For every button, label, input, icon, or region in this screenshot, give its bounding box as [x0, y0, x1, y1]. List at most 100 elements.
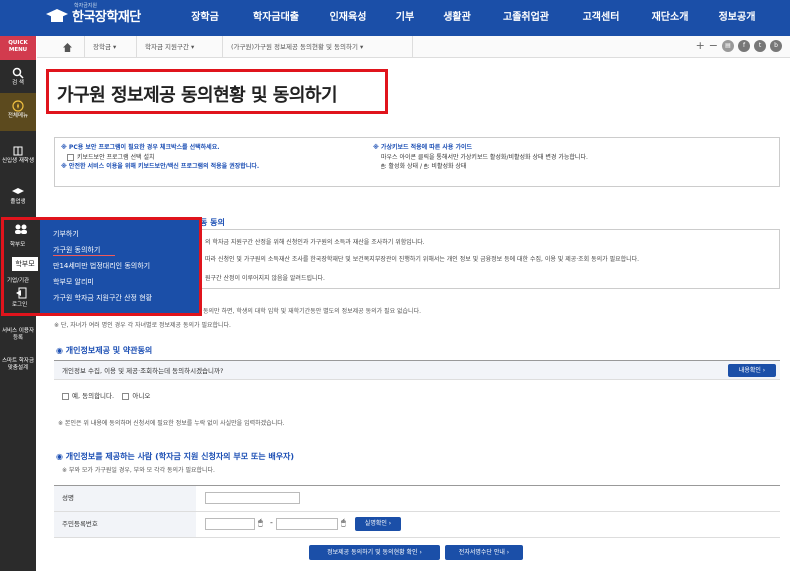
menu-donate[interactable]: 기부하기 — [40, 226, 199, 242]
privacy-note: ※ 본인은 위 내용에 동의하며 신청서에 필요한 정보를 누락 없이 사실만을… — [58, 420, 285, 427]
compass-icon — [12, 100, 24, 112]
consent-status-button[interactable]: 정보제공 동의하기 및 동의현황 확인 › — [309, 545, 440, 560]
bullet-icon: ◉ — [56, 346, 66, 355]
keyboard-security-option[interactable]: 키보드보안 프로그램 선택 설치 — [61, 153, 361, 163]
detail-confirm-button[interactable]: 내용확인 › — [728, 364, 776, 377]
sidebar-student[interactable]: 신입생 재학생 — [0, 145, 36, 175]
nav-scholarship[interactable]: 장학금 — [172, 0, 238, 36]
privacy-section-label: 개인정보제공 및 약관동의 — [65, 346, 153, 355]
virtual-keyboard-active: : 활성화 상태 / — [384, 163, 424, 170]
nav-loan[interactable]: 학자금대출 — [238, 0, 314, 36]
zoom-out-icon[interactable]: − — [709, 40, 718, 52]
agree-no-option[interactable]: 아니오 — [122, 392, 150, 400]
chevron-down-icon: ▾ — [113, 43, 117, 51]
nav-dormitory[interactable]: 생활관 — [428, 0, 486, 36]
logo-subtitle: 학자금지원 — [74, 3, 98, 9]
breadcrumb-level3-label: (가구원)가구원 정보제공 동의현황 및 동의하기 — [231, 43, 358, 51]
menu-household-consent[interactable]: 가구원 동의하기 — [40, 242, 199, 258]
main-nav: 장학금 학자금대출 인재육성 기부 생활관 고졸취업관 고객센터 재단소개 정보… — [172, 0, 770, 36]
name-input[interactable] — [205, 492, 300, 504]
name-label: 성명 — [54, 486, 196, 511]
agree-yes-checkbox[interactable] — [62, 392, 69, 400]
sidebar-student-label: 신입생 재학생 — [1, 158, 35, 164]
consent-status-label: 정보제공 동의하기 및 동의현황 확인 — [327, 549, 418, 556]
print-icon[interactable]: ▤ — [722, 40, 734, 52]
nav-disclosure[interactable]: 정보공개 — [704, 0, 770, 36]
menu-legal-guardian-consent[interactable]: 만14세미만 법정대리인 동의하기 — [40, 258, 199, 274]
page-title: 가구원 정보제공 동의현황 및 동의하기 — [57, 85, 338, 106]
privacy-question-row: 개인정보 수집, 이용 및 제공·조회하는데 동의하시겠습니까? — [54, 360, 780, 380]
pc-security-title: ※ PC용 보안 프로그램이 필요한 경우 체크박스를 선택하세요. — [61, 144, 220, 151]
name-row: 성명 — [54, 486, 780, 512]
keyboard-security-label: 키보드보안 프로그램 선택 설치 — [77, 153, 155, 161]
provider-form: 성명 주민등록번호 🖱 - 🖱 실명확인 › — [54, 485, 780, 538]
breadcrumb-level2[interactable]: 학자금 지원구간 ▾ — [137, 36, 223, 58]
nav-talent[interactable]: 인재육성 — [314, 0, 382, 36]
e-signature-guide-label: 전자서명수단 안내 — [458, 549, 505, 556]
rrn-row: 주민등록번호 🖱 - 🖱 실명확인 › — [54, 512, 780, 538]
pc-security-note: ※ 안전한 서비스 이용을 위해 키보드보안/백신 프로그램의 적용을 권장합니… — [61, 163, 260, 170]
verify-name-label: 실명확인 — [364, 520, 387, 527]
e-signature-guide-button[interactable]: 전자서명수단 안내 › — [445, 545, 523, 560]
sidebar-smart-plan[interactable]: 스마트 학자금 맞춤설계 — [0, 358, 36, 388]
page-tools: + − ▤ f t b — [696, 40, 782, 52]
nav-about[interactable]: 재단소개 — [636, 0, 704, 36]
virtual-keyboard-inactive: : 비활성화 상태 — [427, 163, 467, 170]
privacy-section-title: ◉ 개인정보제공 및 약관동의 — [56, 345, 152, 356]
security-guide: ※ PC용 보안 프로그램이 필요한 경우 체크박스를 선택하세요. 키보드보안… — [54, 137, 780, 187]
sidebar-login[interactable]: 로그인 — [12, 300, 27, 308]
nav-employment[interactable]: 고졸취업관 — [486, 0, 566, 36]
detail-confirm-label: 내용확인 — [738, 367, 761, 374]
consent-section-title: 동 동의 — [200, 218, 225, 227]
agree-no-checkbox[interactable] — [122, 392, 130, 400]
sidebar-service-register[interactable]: 서비스 이용자 등록 — [0, 328, 36, 348]
zoom-in-icon[interactable]: + — [696, 40, 705, 52]
provider-section-label: 개인정보를 제공하는 사람 (학자금 지원 신청자의 부모 또는 배우자) — [65, 452, 295, 461]
consent-note-1: 동의만 하면, 학생의 대학 입학 및 재학기간동안 별도의 정보제공 동의가 … — [203, 308, 421, 315]
sidebar-graduate[interactable]: 졸업생 — [0, 186, 36, 210]
quick-menu-label: QUICK MENU — [0, 36, 36, 60]
bullet-icon: ◉ — [56, 452, 66, 461]
sidebar-all-menu[interactable]: 전체메뉴 — [0, 93, 36, 131]
graduate-icon — [12, 188, 24, 194]
mouse-icon[interactable]: 🖱 — [341, 518, 346, 528]
book-icon — [13, 146, 23, 156]
parent-menu-label: 학부모 — [10, 242, 26, 248]
sidebar-service-register-label: 서비스 이용자 등록 — [1, 328, 35, 341]
rrn-label: 주민등록번호 — [54, 512, 196, 537]
facebook-icon[interactable]: f — [738, 40, 750, 52]
menu-household-bracket-status[interactable]: 가구원 학자금 지원구간 산정 현황 — [40, 290, 199, 306]
twitter-icon[interactable]: t — [754, 40, 766, 52]
breadcrumb-level3[interactable]: (가구원)가구원 정보제공 동의현황 및 동의하기 ▾ — [223, 36, 413, 58]
agree-yes-option[interactable]: 예, 동의합니다. — [62, 392, 114, 400]
sidebar-all-menu-label: 전체메뉴 — [7, 113, 29, 119]
agree-yes-label: 예, 동의합니다. — [72, 392, 115, 400]
home-icon — [63, 42, 72, 52]
menu-parent-notifier[interactable]: 학부모 알리미 — [40, 274, 199, 290]
virtual-keyboard-desc: 마우스 아이콘 클릭을 통해서만 가상키보드 활성화/비활성화 상태 변경 가능… — [381, 153, 588, 161]
verify-name-button[interactable]: 실명확인 › — [355, 517, 401, 531]
parent-current-tab[interactable]: 학부모 — [12, 257, 38, 271]
home-button[interactable] — [51, 36, 85, 58]
graduation-cap-icon — [46, 8, 68, 22]
provider-note: ※ 부와 모가 가구원일 경우, 부와 모 각각 동의가 필요합니다. — [62, 467, 215, 474]
chevron-down-icon: ▾ — [360, 43, 364, 51]
parent-menu-sidebar: 학부모 학부모 기업/기관 로그인 — [4, 220, 40, 313]
breadcrumb-level1[interactable]: 장학금 ▾ — [85, 36, 137, 58]
mouse-icon[interactable]: 🖱 — [258, 518, 263, 528]
page-title-highlight: 가구원 정보제공 동의현황 및 동의하기 — [46, 69, 388, 114]
sidebar-smart-plan-label: 스마트 학자금 맞춤설계 — [1, 358, 35, 371]
nav-donation[interactable]: 기부 — [382, 0, 428, 36]
agree-no-label: 아니오 — [132, 392, 151, 400]
blog-icon[interactable]: b — [770, 40, 782, 52]
consent-line-3: 원구간 산정이 이루어지지 않음을 알려드립니다. — [205, 275, 325, 282]
keyboard-security-checkbox[interactable] — [67, 153, 74, 161]
virtual-keyboard-title: ※ 가상키보드 적용에 따른 사용 가이드 — [373, 144, 473, 151]
rrn-back-input[interactable] — [276, 518, 338, 530]
site-logo[interactable]: 학자금지원 한국장학재단 — [46, 3, 141, 25]
sidebar-search[interactable]: 검 색 — [0, 63, 36, 93]
chevron-down-icon: ▾ — [191, 43, 195, 51]
rrn-front-input[interactable] — [205, 518, 255, 530]
sidebar-company[interactable]: 기업/기관 — [7, 276, 29, 284]
nav-customer-center[interactable]: 고객센터 — [566, 0, 636, 36]
